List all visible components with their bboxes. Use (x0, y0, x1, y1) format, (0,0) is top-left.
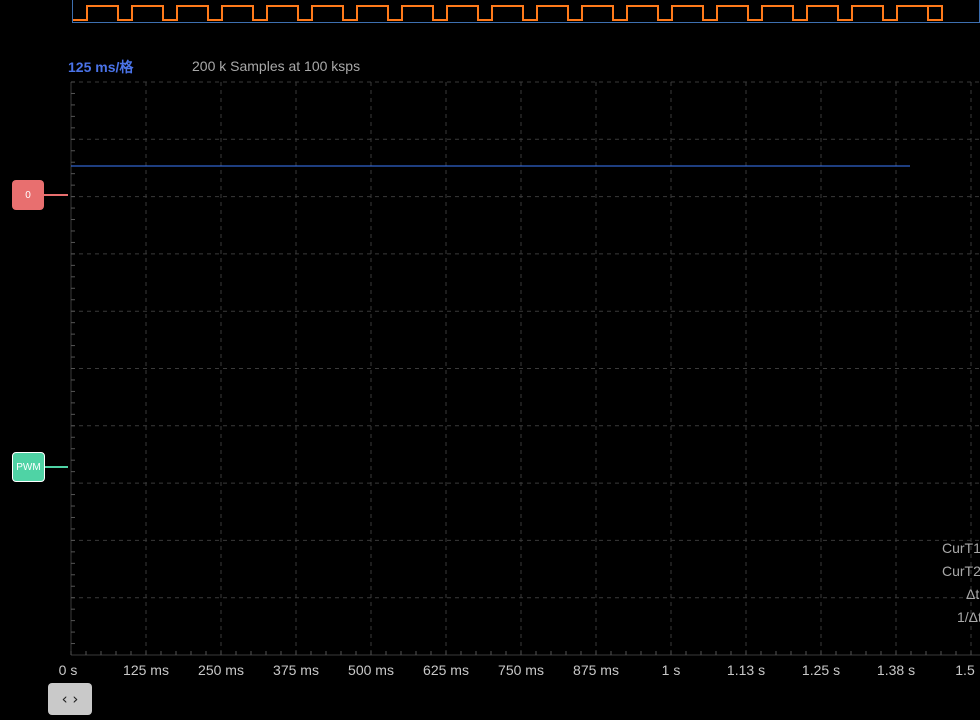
time-tick-label: 1 s (661, 662, 681, 678)
time-tick-label: 1.5 (955, 662, 975, 678)
time-tick-label: 625 ms (423, 662, 469, 678)
waveform-plot[interactable] (0, 0, 980, 720)
plot-grid (70, 81, 980, 656)
time-tick-label: 0 s (58, 662, 78, 678)
channel-pwm-marker-lead (45, 466, 68, 468)
time-tick-label: 375 ms (273, 662, 319, 678)
channel-pwm-marker[interactable]: PWM (12, 452, 45, 482)
cursor-t2-label: CurT2 (942, 563, 980, 579)
cursor-t1-label: CurT1 (942, 540, 980, 556)
time-tick-label: 1.38 s (876, 662, 916, 678)
time-tick-label: 875 ms (573, 662, 619, 678)
time-tick-label: 125 ms (123, 662, 169, 678)
time-tick-label: 250 ms (198, 662, 244, 678)
time-tick-label: 750 ms (498, 662, 544, 678)
time-tick-label: 500 ms (348, 662, 394, 678)
channel-0-marker[interactable]: 0 (12, 180, 44, 210)
time-tick-label: 1.13 s (726, 662, 766, 678)
inverse-delta-t-label: 1/Δt (957, 609, 980, 625)
time-tick-label: 1.25 s (801, 662, 841, 678)
delta-t-label: Δt (966, 586, 980, 602)
scroll-left-right-button[interactable]: ‹ › (48, 683, 92, 715)
channel-0-marker-lead (44, 194, 68, 196)
chevron-left-right-icon: ‹ › (61, 690, 79, 708)
